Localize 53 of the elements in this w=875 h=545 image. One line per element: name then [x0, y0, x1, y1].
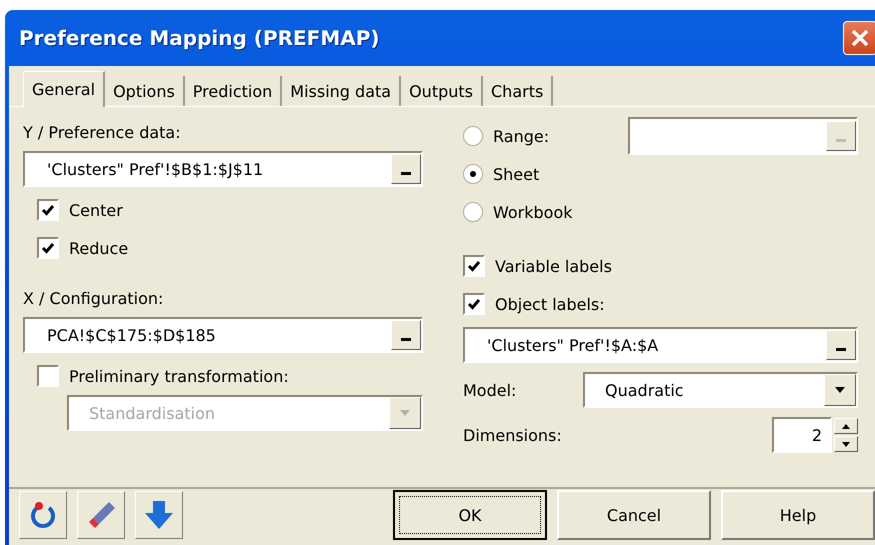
down-arrow-button[interactable] [135, 491, 183, 539]
checkbox-label: Variable labels [495, 256, 612, 276]
check-mark-icon [467, 259, 481, 273]
field-label: Model: [463, 380, 516, 400]
radio-button[interactable] [463, 202, 483, 222]
field-value: 'Clusters" Pref'!$B$1:$J$11 [47, 160, 264, 178]
input-field[interactable]: PCA!$C$175:$D$185 [23, 317, 423, 353]
dialog-button[interactable]: Cancel [557, 490, 711, 540]
window-title: Preference Mapping (PREFMAP) [19, 26, 380, 50]
field-label: Y / Preference data: [23, 122, 182, 144]
input-field[interactable]: 'Clusters" Pref'!$A:$A [463, 327, 858, 363]
checkbox-label: Object labels: [495, 294, 605, 314]
spin-down-button[interactable] [834, 436, 858, 452]
field-value: 'Clusters" Pref'!$A:$A [487, 336, 658, 354]
radio-label: Range: [493, 126, 550, 146]
checkbox[interactable] [37, 365, 59, 387]
input-field[interactable] [628, 117, 858, 155]
number-field[interactable]: 2 [772, 417, 832, 453]
tab[interactable]: General [23, 71, 106, 107]
checkbox[interactable] [463, 255, 485, 277]
field-label: Dimensions: [463, 426, 562, 444]
down-arrow-icon [144, 499, 174, 531]
field-value: PCA!$C$175:$D$185 [47, 326, 216, 344]
radio-label: Workbook [493, 202, 573, 222]
field-label: X / Configuration: [23, 288, 164, 310]
checkbox[interactable] [37, 199, 59, 221]
clear-button[interactable] [77, 491, 125, 539]
dropdown-value: Quadratic [605, 380, 684, 400]
dropdown-value: Standardisation [89, 404, 216, 422]
close-icon [849, 27, 871, 49]
down-triangle-icon [842, 442, 850, 446]
checkbox-label: Reduce [69, 238, 128, 258]
radio-button[interactable] [463, 126, 483, 146]
browse-button[interactable] [391, 154, 421, 184]
browse-button[interactable] [391, 320, 421, 350]
dialog-button[interactable]: Help [721, 490, 875, 540]
dropdown[interactable]: Quadratic [583, 372, 858, 408]
check-mark-icon [41, 203, 55, 217]
dialog-button[interactable]: OK [393, 490, 547, 540]
checkbox[interactable] [37, 237, 59, 259]
browse-button[interactable] [826, 330, 856, 360]
spin-up-button[interactable] [834, 418, 858, 434]
radio-button[interactable] [463, 164, 483, 184]
close-button[interactable] [843, 21, 875, 55]
reset-button[interactable] [19, 491, 67, 539]
radio-label: Sheet [493, 164, 540, 184]
checkbox[interactable] [463, 293, 485, 315]
check-mark-icon [41, 241, 55, 255]
check-mark-icon [467, 297, 481, 311]
input-field[interactable]: 'Clusters" Pref'!$B$1:$J$11 [23, 151, 423, 187]
checkbox-label: Preliminary transformation: [69, 366, 289, 386]
up-triangle-icon [842, 424, 850, 428]
checkbox-label: Center [69, 200, 123, 220]
